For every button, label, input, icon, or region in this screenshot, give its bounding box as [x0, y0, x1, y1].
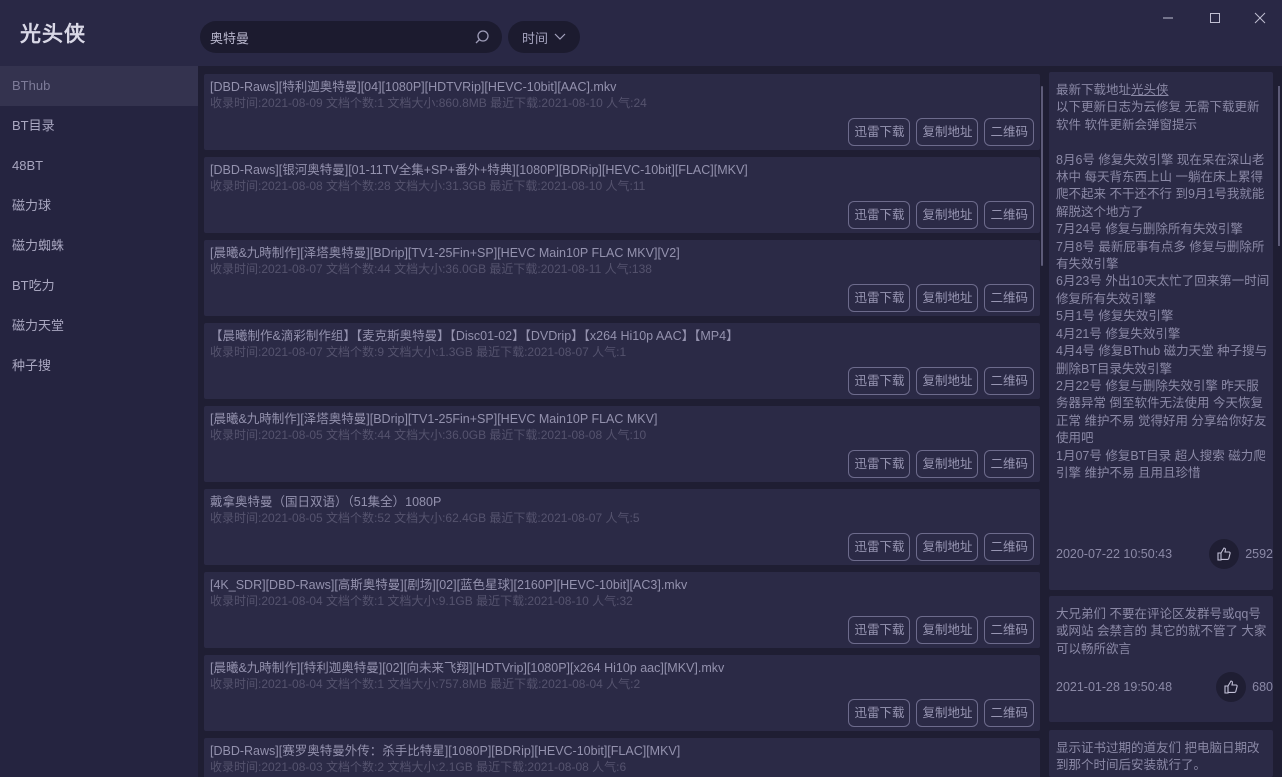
copy-address-button[interactable]: 复制地址 [916, 699, 979, 727]
result-title[interactable]: 【晨曦制作&滴彩制作组】【麦克斯奥特曼】【Disc01-02】【DVDrip】【… [210, 325, 1036, 344]
title-bar: 光头侠 时间 [0, 0, 1282, 66]
result-meta: 收录时间:2021-08-07 文档个数:9 文档大小:1.3GB 最近下载:2… [210, 345, 627, 359]
time-filter-dropdown[interactable]: 时间 [508, 21, 580, 53]
minimize-icon[interactable] [1158, 8, 1178, 28]
like-count: 680 [1252, 680, 1273, 694]
result-item: [DBD-Raws][特利迦奥特曼][04][1080P][HDTVRip][H… [204, 74, 1040, 150]
announcement-text: 以下更新日志为云修复 无需下载更新软件 软件更新会弹窗提示 8月6号 修复失效引… [1056, 100, 1270, 480]
announcement-time: 2021-01-28 19:50:48 [1056, 680, 1173, 694]
thunder-download-button[interactable]: 迅雷下载 [848, 450, 911, 478]
like-button[interactable] [1216, 672, 1247, 702]
announcement-text: 显示证书过期的道友们 把电脑日期改到那个时间后安装就行了。 [1056, 741, 1260, 773]
result-meta: 收录时间:2021-08-08 文档个数:28 文档大小:31.3GB 最近下载… [210, 179, 646, 193]
result-meta: 收录时间:2021-08-05 文档个数:44 文档大小:36.0GB 最近下载… [210, 428, 647, 442]
result-title[interactable]: [DBD-Raws][赛罗奥特曼外传：杀手比特星][1080P][BDRip][… [210, 740, 1036, 759]
thunder-download-button[interactable]: 迅雷下载 [848, 118, 911, 146]
announcement-scrollbar[interactable] [1278, 86, 1280, 246]
sidebar-item-48bt[interactable]: 48BT [0, 146, 198, 186]
qrcode-button[interactable]: 二维码 [984, 118, 1034, 146]
announcement-card: 最新下载地址光头侠 以下更新日志为云修复 无需下载更新软件 软件更新会弹窗提示 … [1049, 72, 1273, 590]
like-button[interactable] [1209, 539, 1240, 569]
result-title[interactable]: [DBD-Raws][特利迦奥特曼][04][1080P][HDTVRip][H… [210, 76, 1036, 95]
qrcode-button[interactable]: 二维码 [984, 201, 1034, 229]
sidebar-item-bt-directory[interactable]: BT目录 [0, 106, 198, 146]
search-icon[interactable] [474, 29, 490, 45]
thunder-download-button[interactable]: 迅雷下载 [848, 533, 911, 561]
result-item: [4K_SDR][DBD-Raws][高斯奥特曼][剧场][02][蓝色星球][… [204, 572, 1040, 648]
result-meta: 收录时间:2021-08-05 文档个数:52 文档大小:62.4GB 最近下载… [210, 511, 640, 525]
result-meta: 收录时间:2021-08-04 文档个数:1 文档大小:757.8MB 最近下载… [210, 677, 641, 691]
sidebar-item-bt-chili[interactable]: BT吃力 [0, 266, 198, 306]
sidebar-item-torrent-search[interactable]: 种子搜 [0, 346, 198, 386]
copy-address-button[interactable]: 复制地址 [916, 450, 979, 478]
announcement-card: 大兄弟们 不要在评论区发群号或qq号或网站 会禁言的 其它的就不管了 大家可以畅… [1049, 596, 1273, 722]
search-input[interactable] [210, 21, 470, 53]
thunder-download-button[interactable]: 迅雷下载 [848, 699, 911, 727]
qrcode-button[interactable]: 二维码 [984, 616, 1034, 644]
result-item: 戴拿奥特曼（国日双语）（51集全）1080P 收录时间:2021-08-05 文… [204, 489, 1040, 565]
copy-address-button[interactable]: 复制地址 [916, 201, 979, 229]
app-logo: 光头侠 [20, 23, 86, 46]
qrcode-button[interactable]: 二维码 [984, 284, 1034, 312]
sidebar-item-magnet-ball[interactable]: 磁力球 [0, 186, 198, 226]
result-title[interactable]: [晨曦&九時制作][泽塔奥特曼][BDrip][TV1-25Fin+SP][HE… [210, 408, 1036, 427]
thunder-download-button[interactable]: 迅雷下载 [848, 367, 911, 395]
thunder-download-button[interactable]: 迅雷下载 [848, 284, 911, 312]
copy-address-button[interactable]: 复制地址 [916, 284, 979, 312]
qrcode-button[interactable]: 二维码 [984, 699, 1034, 727]
result-title[interactable]: [4K_SDR][DBD-Raws][高斯奥特曼][剧场][02][蓝色星球][… [210, 574, 1036, 593]
copy-address-button[interactable]: 复制地址 [916, 616, 979, 644]
announcement-text: 大兄弟们 不要在评论区发群号或qq号或网站 会禁言的 其它的就不管了 大家可以畅… [1056, 607, 1267, 656]
result-item: [DBD-Raws][银河奥特曼][01-11TV全集+SP+番外+特典][10… [204, 157, 1040, 233]
like-count: 2592 [1245, 547, 1273, 561]
download-link[interactable]: 光头侠 [1131, 83, 1169, 97]
result-item: [晨曦&九時制作][泽塔奥特曼][BDrip][TV1-25Fin+SP][HE… [204, 406, 1040, 482]
result-item: [晨曦&九時制作][特利迦奥特曼][02][向未来飞翔][HDTVrip][10… [204, 655, 1040, 731]
copy-address-button[interactable]: 复制地址 [916, 118, 979, 146]
result-meta: 收录时间:2021-08-03 文档个数:2 文档大小:2.1GB 最近下载:2… [210, 760, 627, 774]
result-title[interactable]: [DBD-Raws][银河奥特曼][01-11TV全集+SP+番外+特典][10… [210, 159, 1036, 178]
qrcode-button[interactable]: 二维码 [984, 533, 1034, 561]
sidebar: BThub BT目录 48BT 磁力球 磁力蜘蛛 BT吃力 磁力天堂 种子搜 [0, 66, 198, 777]
close-icon[interactable] [1250, 8, 1270, 28]
result-item: 【晨曦制作&滴彩制作组】【麦克斯奥特曼】【Disc01-02】【DVDrip】【… [204, 323, 1040, 399]
qrcode-button[interactable]: 二维码 [984, 450, 1034, 478]
result-meta: 收录时间:2021-08-04 文档个数:1 文档大小:9.1GB 最近下载:2… [210, 594, 633, 608]
copy-address-button[interactable]: 复制地址 [916, 533, 979, 561]
announcement-prefix: 最新下载地址 [1056, 83, 1132, 97]
result-meta: 收录时间:2021-08-09 文档个数:1 文档大小:860.8MB 最近下载… [210, 96, 647, 110]
sidebar-item-bthub[interactable]: BThub [0, 66, 198, 106]
qrcode-button[interactable]: 二维码 [984, 367, 1034, 395]
results-list[interactable]: [DBD-Raws][特利迦奥特曼][04][1080P][HDTVRip][H… [204, 74, 1040, 777]
search-box[interactable] [200, 21, 502, 53]
thunder-download-button[interactable]: 迅雷下载 [848, 616, 911, 644]
thunder-download-button[interactable]: 迅雷下载 [848, 201, 911, 229]
result-item: [晨曦&九時制作][泽塔奥特曼][BDrip][TV1-25Fin+SP][HE… [204, 240, 1040, 316]
announcement-card: 显示证书过期的道友们 把电脑日期改到那个时间后安装就行了。 [1049, 730, 1273, 777]
sidebar-item-magnet-heaven[interactable]: 磁力天堂 [0, 306, 198, 346]
maximize-icon[interactable] [1205, 8, 1225, 28]
result-title[interactable]: [晨曦&九時制作][泽塔奥特曼][BDrip][TV1-25Fin+SP][HE… [210, 242, 1036, 261]
thumbs-up-icon [1224, 680, 1238, 694]
chevron-down-icon [554, 33, 566, 40]
time-filter-label: 时间 [521, 30, 548, 46]
result-meta: 收录时间:2021-08-07 文档个数:44 文档大小:36.0GB 最近下载… [210, 262, 652, 276]
result-item: [DBD-Raws][赛罗奥特曼外传：杀手比特星][1080P][BDRip][… [204, 738, 1040, 777]
copy-address-button[interactable]: 复制地址 [916, 367, 979, 395]
results-scrollbar[interactable] [1041, 86, 1043, 266]
result-title[interactable]: [晨曦&九時制作][特利迦奥特曼][02][向未来飞翔][HDTVrip][10… [210, 657, 1036, 676]
thumbs-up-icon [1217, 547, 1231, 561]
announcement-time: 2020-07-22 10:50:43 [1056, 547, 1173, 561]
result-title[interactable]: 戴拿奥特曼（国日双语）（51集全）1080P [210, 491, 1036, 510]
sidebar-item-magnet-spider[interactable]: 磁力蜘蛛 [0, 226, 198, 266]
